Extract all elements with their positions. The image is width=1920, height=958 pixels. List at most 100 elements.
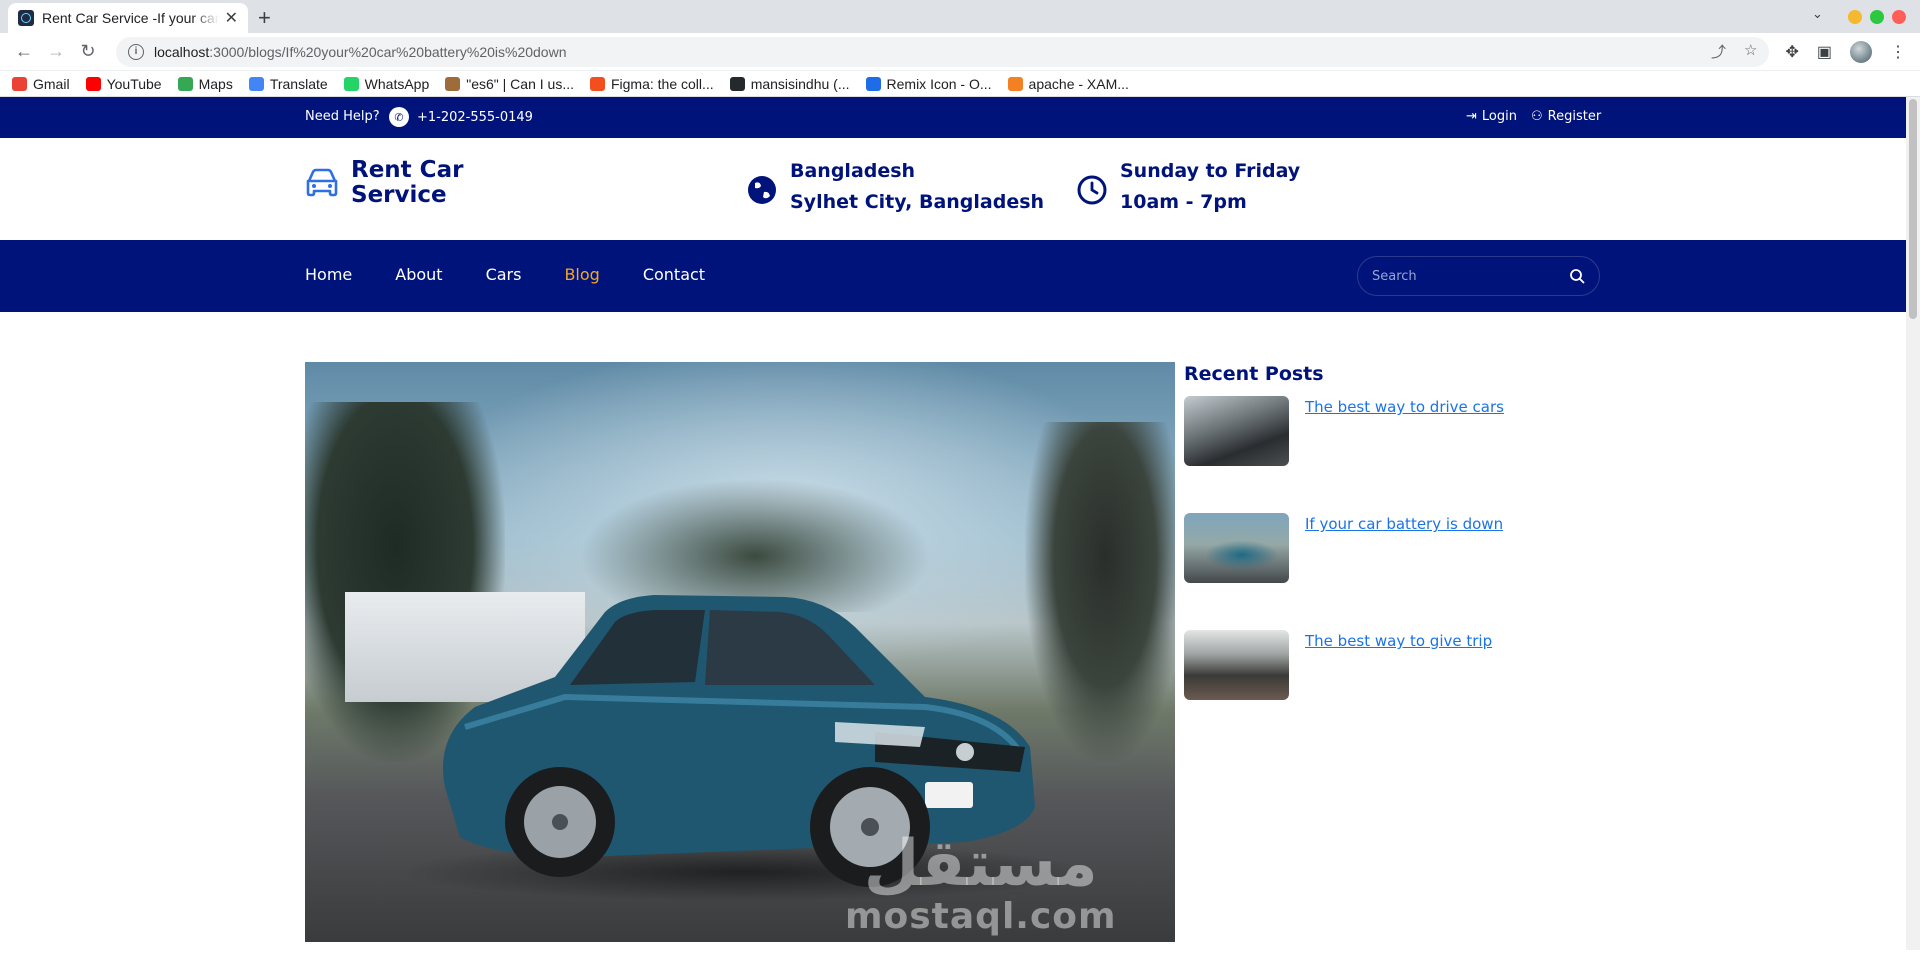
login-link[interactable]: ⇥ Login	[1466, 109, 1517, 124]
bookmark-label: mansisindhu (...	[750, 75, 850, 92]
brand-name-line2: Service	[351, 182, 447, 208]
post-thumbnail[interactable]	[1184, 396, 1289, 466]
figma-icon	[589, 76, 605, 91]
bookmark-label: Maps	[198, 75, 233, 92]
recent-post-item: The best way to drive cars	[1184, 396, 1514, 503]
whatsapp-icon	[343, 76, 359, 91]
login-icon: ⇥	[1466, 109, 1477, 124]
hours-title: Sunday to Friday	[1120, 160, 1301, 182]
hours-subtitle: 10am - 7pm	[1120, 191, 1247, 213]
main-nav: Home About Cars Blog Contact	[0, 240, 1920, 312]
back-icon[interactable]: ←	[8, 41, 40, 62]
bookmark-star-icon[interactable]: ☆	[1744, 41, 1757, 62]
register-link[interactable]: ⚇ Register	[1531, 109, 1601, 124]
side-panel-icon[interactable]: ▣	[1817, 42, 1832, 62]
post-thumbnail[interactable]	[1184, 630, 1289, 700]
site-topbar: Need Help? ✆ +1-202-555-0149 ⇥ Login ⚇ Reg…	[0, 97, 1920, 138]
extensions-icon[interactable]: ✥	[1785, 42, 1798, 62]
forward-icon[interactable]: →	[40, 41, 72, 62]
page-scrollbar[interactable]	[1906, 97, 1920, 950]
post-link[interactable]: The best way to give trip	[1305, 632, 1492, 650]
location-subtitle: Sylhet City, Bangladesh	[790, 191, 1045, 213]
bookmark-label: WhatsApp	[364, 75, 430, 92]
share-icon[interactable]: ⤴	[1711, 41, 1726, 62]
remix-icon	[865, 76, 881, 91]
site-logo[interactable]: Rent Car Service	[305, 158, 481, 208]
page-viewport: Need Help? ✆ +1-202-555-0149 ⇥ Login ⚇ Reg…	[0, 97, 1920, 950]
close-tab-icon[interactable]: ✕	[225, 8, 238, 28]
search-input[interactable]	[1372, 268, 1569, 284]
car-logo-icon	[306, 168, 338, 197]
url-host: localhost	[154, 43, 210, 60]
close-window-button[interactable]	[1892, 10, 1906, 24]
bookmark-label: "es6" | Can I us...	[466, 75, 574, 92]
need-help-label: Need Help?	[305, 109, 380, 124]
maximize-button[interactable]	[1870, 10, 1884, 24]
maps-icon	[177, 76, 193, 91]
register-label: Register	[1547, 109, 1602, 124]
url-path: :3000/blogs/If%20your%20car%20battery%20…	[209, 43, 567, 60]
blog-hero-image: مستقل mostaql.com	[305, 362, 1175, 942]
nav-menu: Home About Cars Blog Contact	[305, 265, 705, 284]
search-icon[interactable]	[1569, 268, 1585, 284]
stackoverflow-icon	[1007, 76, 1023, 91]
browser-toolbar: ← → ↻ i localhost:3000/blogs/If%20your%2…	[0, 33, 1920, 71]
nav-item-cars[interactable]: Cars	[486, 265, 522, 284]
post-thumbnail[interactable]	[1184, 513, 1289, 583]
globe-icon	[748, 176, 776, 204]
brand-bar: Rent Car Service Bangladesh Sylhet City,…	[0, 138, 1920, 240]
bookmark-item[interactable]: Gmail	[12, 76, 70, 92]
bookmark-item[interactable]: Translate	[248, 76, 328, 92]
location-info: Bangladesh Sylhet City, Bangladesh	[746, 156, 1044, 218]
window-controls	[1848, 10, 1906, 24]
site-info-icon[interactable]: i	[128, 43, 144, 60]
recent-post-item: If your car battery is down	[1184, 513, 1514, 620]
scrollbar-thumb[interactable]	[1909, 99, 1917, 319]
nav-item-about[interactable]: About	[395, 265, 442, 284]
address-bar[interactable]: i localhost:3000/blogs/If%20your%20car%2…	[116, 36, 1770, 67]
bookmark-label: Gmail	[33, 75, 70, 92]
phone-icon: ✆	[389, 107, 409, 127]
bookmark-item[interactable]: Maps	[177, 75, 233, 92]
bookmark-label: apache - XAM...	[1028, 75, 1129, 92]
new-tab-icon[interactable]: +	[258, 5, 271, 31]
bookmark-item[interactable]: WhatsApp	[343, 75, 430, 92]
bookmark-item[interactable]: "es6" | Can I us...	[445, 76, 574, 92]
post-link[interactable]: The best way to drive cars	[1305, 398, 1504, 416]
url-text[interactable]: localhost:3000/blogs/If%20your%20car%20b…	[154, 44, 1711, 60]
browser-menu-icon[interactable]: ⋮	[1890, 42, 1906, 62]
github-icon	[729, 76, 745, 91]
browser-tab[interactable]: Rent Car Service -If your car battery is…	[8, 3, 248, 33]
bookmark-label: YouTube	[106, 75, 162, 92]
nav-item-contact[interactable]: Contact	[643, 265, 705, 284]
nav-item-home[interactable]: Home	[305, 265, 352, 284]
tab-search-chevron-icon[interactable]: ⌄	[1812, 6, 1823, 22]
brand-name-line1: Rent Car	[351, 157, 464, 183]
reload-icon[interactable]: ↻	[72, 41, 104, 62]
caniuse-icon	[445, 76, 461, 91]
nav-item-blog[interactable]: Blog	[564, 265, 599, 284]
bookmark-label: Remix Icon - O...	[886, 75, 992, 92]
tab-title: Rent Car Service -If your car battery is…	[42, 10, 219, 26]
bookmark-item[interactable]: YouTube	[85, 75, 162, 92]
bookmark-item[interactable]: apache - XAM...	[1007, 75, 1129, 92]
user-icon: ⚇	[1530, 109, 1543, 124]
minimize-button[interactable]	[1848, 10, 1862, 24]
recent-posts: Recent Posts The best way to drive cars …	[1184, 362, 1514, 737]
youtube-icon	[85, 76, 101, 91]
bookmark-item[interactable]: Figma: the coll...	[589, 76, 714, 92]
post-link[interactable]: If your car battery is down	[1305, 515, 1503, 533]
phone-number: +1-202-555-0149	[417, 109, 533, 125]
login-label: Login	[1481, 109, 1517, 124]
profile-avatar[interactable]	[1850, 40, 1872, 63]
bookmarks-bar: Gmail YouTube Maps Translate WhatsApp "es6" |…	[0, 71, 1920, 97]
bookmark-item[interactable]: mansisindhu (...	[729, 75, 850, 92]
phone-contact[interactable]: ✆ +1-202-555-0149	[389, 107, 533, 127]
bookmark-item[interactable]: Remix Icon - O...	[865, 75, 992, 92]
translate-icon	[248, 76, 264, 91]
mostaql-watermark: مستقل mostaql.com	[845, 832, 1117, 937]
react-favicon-icon	[18, 10, 34, 26]
search-box	[1357, 256, 1600, 296]
watermark-latin: mostaql.com	[845, 896, 1117, 937]
watermark-arabic: مستقل	[863, 827, 1098, 901]
